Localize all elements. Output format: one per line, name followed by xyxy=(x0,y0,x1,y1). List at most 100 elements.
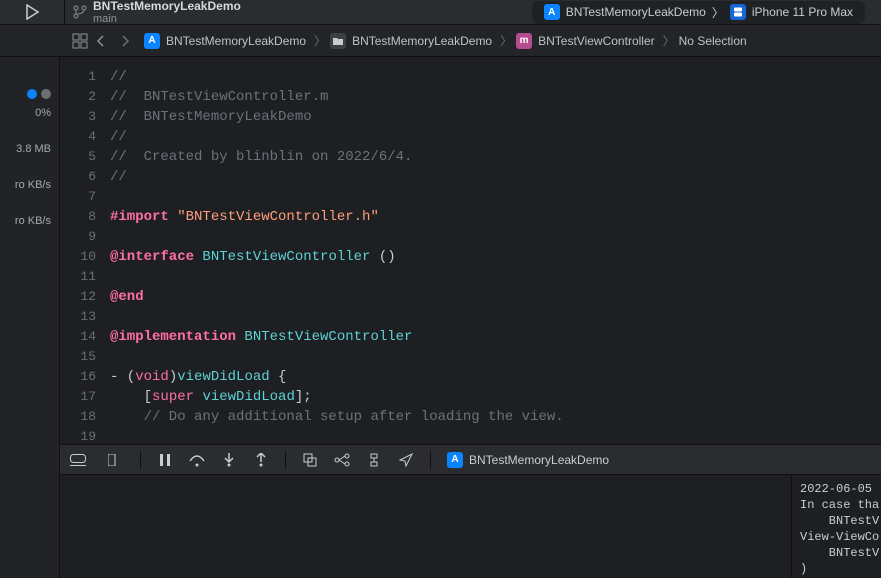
console-line: ) xyxy=(800,561,881,577)
line-number: 18 xyxy=(60,407,96,427)
code-line[interactable] xyxy=(110,187,881,207)
debug-nav-sidebar: 0% 3.8 MB ro KB/s ro KB/s xyxy=(0,57,60,578)
code-line[interactable] xyxy=(110,427,881,444)
nav-back-icon[interactable] xyxy=(96,35,106,47)
line-number: 3 xyxy=(60,107,96,127)
view-hierarchy-icon[interactable] xyxy=(302,452,318,468)
crumb-label: BNTestViewController xyxy=(538,34,655,48)
net-rate: ro KB/s xyxy=(0,215,59,227)
step-out-icon[interactable] xyxy=(253,452,269,468)
branch-icon xyxy=(73,5,87,19)
run-destination[interactable]: A BNTestMemoryLeakDemo 〉 iPhone 11 Pro M… xyxy=(532,1,865,24)
status-dot-icon xyxy=(41,89,51,99)
console-output[interactable]: 2022-06-05 In case tha BNTestVView-ViewC… xyxy=(791,475,881,578)
code-line[interactable]: @end xyxy=(110,287,881,307)
line-number: 6 xyxy=(60,167,96,187)
toolbar: BNTestMemoryLeakDemo main A BNTestMemory… xyxy=(0,0,881,25)
code-line[interactable]: // xyxy=(110,67,881,87)
console-line: In case tha xyxy=(800,497,881,513)
code-line[interactable] xyxy=(110,227,881,247)
crumb-item[interactable]: No Selection xyxy=(679,34,747,48)
line-number: 5 xyxy=(60,147,96,167)
code-area[interactable]: //// BNTestViewController.m// BNTestMemo… xyxy=(110,57,881,444)
code-line[interactable]: @implementation BNTestViewController xyxy=(110,327,881,347)
environment-icon[interactable] xyxy=(366,452,382,468)
scheme-selector[interactable]: BNTestMemoryLeakDemo main xyxy=(93,0,241,25)
line-number: 19 xyxy=(60,427,96,444)
crumb-item[interactable]: m BNTestViewController xyxy=(516,33,655,49)
code-line[interactable] xyxy=(110,267,881,287)
line-number-gutter: 1234567891011121314151617181920 xyxy=(60,57,110,444)
related-items-icon[interactable] xyxy=(72,33,88,49)
code-line[interactable]: // Do any additional setup after loading… xyxy=(110,407,881,427)
crumb-label: No Selection xyxy=(679,34,747,48)
crumb-label: BNTestMemoryLeakDemo xyxy=(352,34,492,48)
code-line[interactable]: #import "BNTestViewController.h" xyxy=(110,207,881,227)
step-into-icon[interactable] xyxy=(221,452,237,468)
status-dot-icon xyxy=(27,89,37,99)
console-line: BNTestV xyxy=(800,545,881,561)
line-number: 17 xyxy=(60,387,96,407)
chevron-right-icon: 〉 xyxy=(314,32,326,49)
app-icon: A xyxy=(447,452,463,468)
code-line[interactable] xyxy=(110,347,881,367)
memory-graph-icon[interactable] xyxy=(334,452,350,468)
code-line[interactable] xyxy=(110,307,881,327)
folder-icon xyxy=(330,33,346,49)
code-line[interactable]: // xyxy=(110,127,881,147)
line-number: 4 xyxy=(60,127,96,147)
target-scheme: BNTestMemoryLeakDemo xyxy=(566,5,706,19)
m-file-icon: m xyxy=(516,33,532,49)
crumb-item[interactable]: A BNTestMemoryLeakDemo xyxy=(144,33,306,49)
line-number: 2 xyxy=(60,87,96,107)
scheme-name: BNTestMemoryLeakDemo xyxy=(93,0,241,13)
chevron-right-icon: 〉 xyxy=(663,32,675,49)
line-number: 9 xyxy=(60,227,96,247)
line-number: 15 xyxy=(60,347,96,367)
hide-debug-icon[interactable] xyxy=(70,452,86,468)
line-number: 14 xyxy=(60,327,96,347)
crumb-item[interactable]: BNTestMemoryLeakDemo xyxy=(330,33,492,49)
debug-bar: A BNTestMemoryLeakDemo xyxy=(60,444,881,474)
line-number: 13 xyxy=(60,307,96,327)
jump-bar: A BNTestMemoryLeakDemo 〉 BNTestMemoryLeak… xyxy=(0,25,881,57)
process-name: BNTestMemoryLeakDemo xyxy=(469,453,609,467)
app-icon: A xyxy=(144,33,160,49)
memory-usage: 3.8 MB xyxy=(0,143,59,155)
app-icon: A xyxy=(544,4,560,20)
variables-view[interactable] xyxy=(60,475,791,578)
code-line[interactable]: // BNTestMemoryLeakDemo xyxy=(110,107,881,127)
code-line[interactable]: // xyxy=(110,167,881,187)
console-line: 2022-06-05 xyxy=(800,481,881,497)
chevron-right-icon: 〉 xyxy=(500,32,512,49)
scheme-branch: main xyxy=(93,13,241,25)
line-number: 10 xyxy=(60,247,96,267)
location-icon[interactable] xyxy=(398,452,414,468)
nav-forward-icon[interactable] xyxy=(120,35,130,47)
code-line[interactable]: // BNTestViewController.m xyxy=(110,87,881,107)
code-editor[interactable]: 1234567891011121314151617181920 //// BNT… xyxy=(60,57,881,444)
step-over-icon[interactable] xyxy=(189,452,205,468)
process-selector[interactable]: A BNTestMemoryLeakDemo xyxy=(447,452,609,468)
run-button[interactable] xyxy=(20,0,44,24)
disk-rate: ro KB/s xyxy=(0,179,59,191)
code-line[interactable]: // Created by blinblin on 2022/6/4. xyxy=(110,147,881,167)
line-number: 1 xyxy=(60,67,96,87)
line-number: 11 xyxy=(60,267,96,287)
line-number: 12 xyxy=(60,287,96,307)
debug-area: 2022-06-05 In case tha BNTestVView-ViewC… xyxy=(60,474,881,578)
console-line: BNTestV xyxy=(800,513,881,529)
line-number: 8 xyxy=(60,207,96,227)
pause-icon[interactable] xyxy=(157,452,173,468)
line-number: 16 xyxy=(60,367,96,387)
simulator-icon xyxy=(730,4,746,20)
target-device: iPhone 11 Pro Max xyxy=(752,5,853,19)
crumb-label: BNTestMemoryLeakDemo xyxy=(166,34,306,48)
code-line[interactable]: @interface BNTestViewController () xyxy=(110,247,881,267)
breakpoints-icon[interactable] xyxy=(108,452,124,468)
line-number: 7 xyxy=(60,187,96,207)
code-line[interactable]: - (void)viewDidLoad { xyxy=(110,367,881,387)
console-line: View-ViewCo xyxy=(800,529,881,545)
chevron-right-icon: 〉 xyxy=(712,4,724,21)
code-line[interactable]: [super viewDidLoad]; xyxy=(110,387,881,407)
